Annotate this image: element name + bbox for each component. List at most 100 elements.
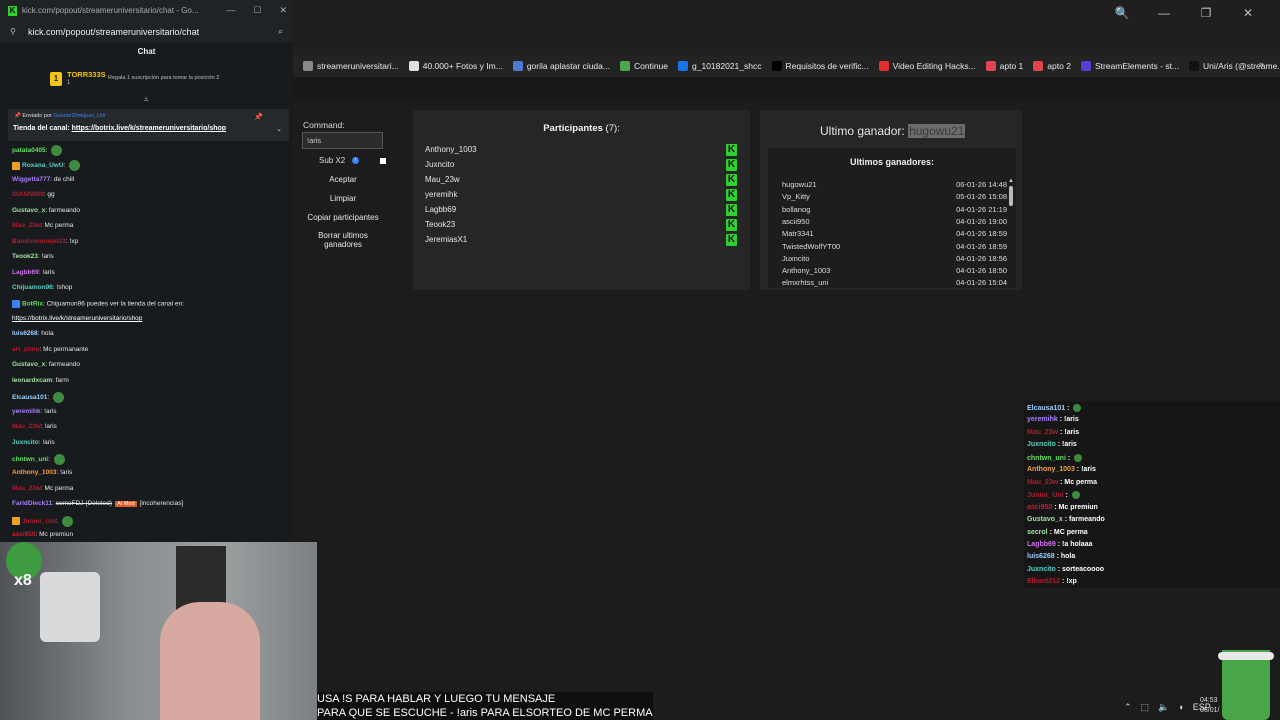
chat-username[interactable]: FaridDieck11 [12,500,52,507]
volume-icon[interactable]: ◖ [1178,702,1183,712]
winner-row: Anthony_1003 04-01-26 18:50 [782,266,1007,278]
participant-name: Mau_23w [425,175,460,184]
bookmark-item[interactable]: apto 1 [985,61,1024,71]
chat-username[interactable]: Mau_23w [12,423,41,430]
minimize-icon[interactable]: — [226,5,235,16]
network-icon[interactable]: ⬚ [1141,702,1150,713]
bookmark-item[interactable]: Video Editing Hacks... [878,61,976,71]
chat-username[interactable]: Mau_23w [12,222,41,229]
bookmark-item[interactable]: apto 2 [1033,61,1071,71]
pinned-text: Tienda del canal: https://botrix.live/k/… [13,125,226,132]
participant-name: JeremiasX1 [425,235,468,244]
site-info-icon[interactable]: ⚲ [10,27,16,36]
chat-username[interactable]: chntwn_uni [12,456,48,463]
bookmark-label: apto 1 [999,61,1024,71]
copy-participants-button[interactable]: Copiar participantes [303,210,383,226]
pinned-message[interactable]: 📌 Enviado por Gunnar20miguel_Uni Tienda … [8,109,289,141]
chat-username[interactable]: Gustavo_x [12,207,45,214]
chat-username[interactable]: Mau_23w [12,485,41,492]
chat-username[interactable]: art_pimo [12,346,39,353]
participant-row[interactable]: Lagbb69 K [425,203,742,217]
participant-row[interactable]: yeremihk K [425,188,742,202]
tray-chevron-icon[interactable]: ⌃ [1124,702,1132,713]
participant-row[interactable]: Mau_23w K [425,173,742,187]
chat-username[interactable]: patata0405 [12,147,46,154]
scroll-up-icon[interactable]: ▲ [1008,178,1014,184]
participant-row[interactable]: Teook23 K [425,218,742,232]
chat-username[interactable]: Lagbb69 [12,269,39,276]
chat-text: !aris [44,423,57,431]
unpin-icon[interactable]: 📌 [254,113,263,121]
chat-message: Roxana_UwU: [12,160,81,172]
chat-username[interactable]: Wiggetta777 [12,176,50,183]
chat-separator: : [55,518,60,526]
bookmarks-more-icon[interactable]: » [1259,59,1264,69]
bookmark-item[interactable]: 40.000+ Fotos y Im... [408,61,503,71]
chat-username[interactable]: GIANN809 [12,191,44,198]
participant-row[interactable]: JeremiasX1 K [425,233,742,247]
scroll-thumb[interactable] [1009,186,1013,206]
chat-username[interactable]: Gustavo_x [12,361,45,368]
clear-winners-label-2: ganadores [324,240,362,249]
chevron-down-icon[interactable]: ⌄ [276,125,282,133]
bookmark-label: Uni/Aris (@streame... [1203,61,1280,71]
bookmark-item[interactable]: StreamElements - st... [1080,61,1179,71]
clear-button[interactable]: Limpiar [303,191,383,207]
chat-text: https://botrix.live/k/streameruniversita… [12,314,143,322]
chat-username[interactable]: asci950 [12,531,36,538]
overlay-chat-line: Elcausa101 : [1027,404,1082,412]
chat-username[interactable]: BotRix [22,300,43,307]
taskbar-clock[interactable]: 04:53 06/01/ [1200,696,1219,716]
chat-extra: [incoherencias] [139,500,184,508]
window-control-icon[interactable]: — [1154,6,1174,20]
participant-row[interactable]: Anthony_1003 K [425,143,742,157]
chat-link-line[interactable]: https://botrix.live/k/streameruniversita… [12,315,142,322]
command-input[interactable]: !aris [302,132,383,149]
chat-username[interactable]: Juxncito [12,439,39,446]
overlay-chat-user: luis6268 [1027,553,1055,561]
chat-username[interactable]: leonardxcam [12,377,52,384]
chat-username[interactable]: yeremihk [12,408,41,415]
winners-list: Ultimos ganadores: ▲ hugowu21 06-01-26 14… [768,148,1016,288]
overlay-chat-user: Mau_23w [1027,428,1059,436]
zoom-icon[interactable]: ⌕ [278,26,283,37]
chat-message: chntwn_uni: [12,454,65,465]
chat-username[interactable]: Anthony_1003 [12,469,56,476]
overlay-chat-line: Junior_Uni : [1027,491,1080,500]
chat-username[interactable]: Elcausa101 [12,394,47,401]
accept-button[interactable]: Aceptar [303,172,383,188]
emote-icon [51,145,63,156]
chat-username[interactable]: Junior_Uni [22,518,56,525]
participant-row[interactable]: Juxncito K [425,158,742,172]
close-icon[interactable]: ✕ [279,5,287,16]
speaker-icon[interactable]: 🔈 [1158,702,1169,713]
pinned-link[interactable]: https://botrix.live/k/streameruniversita… [72,125,226,132]
chat-username[interactable]: Chijuamon96 [12,284,53,291]
caption-line-2: PARA QUE SE ESCUCHE - !aris PARA ELSORTE… [317,707,653,719]
chat-username[interactable]: Roxana_UwU [22,163,64,170]
chat-username[interactable]: Teook23 [12,253,38,260]
bookmark-label: g_10182021_shcc [692,61,762,71]
window-control-icon[interactable]: ✕ [1238,6,1258,20]
chat-username[interactable]: Bandoneonejel23 [12,238,66,245]
maximize-icon[interactable]: ☐ [253,5,261,16]
bookmark-item[interactable]: Continue [619,61,668,71]
bookmark-item[interactable]: Uni/Aris (@streame... [1189,61,1280,71]
user-badge-icon [12,161,20,170]
collapse-icon[interactable]: ⩡ [144,95,149,105]
bookmark-item[interactable]: Requisitos de verific... [771,61,869,71]
popout-titlebar: K kick.com/popout/streameruniversitario/… [0,0,293,22]
chat-message: patata0405: [12,145,63,156]
winners-scrollbar[interactable]: ▲ [1008,178,1014,286]
bookmark-item[interactable]: g_10182021_shcc [678,61,762,71]
chat-username[interactable]: luis6268 [12,330,38,337]
sub-x2-checkbox[interactable] [380,158,386,164]
bookmark-item[interactable]: streameruniversitari... [303,61,399,71]
bookmark-item[interactable]: gorila aplastar ciuda... [512,61,610,71]
window-control-icon[interactable]: ❐ [1196,6,1216,20]
window-control-icon[interactable]: 🔍 [1112,6,1132,20]
sub-gift-banner[interactable]: 1 TORR333S 1 Regala 1 suscripción para t… [50,70,250,90]
clear-winners-button[interactable]: Borrar ultimos ganadores [303,229,383,251]
popout-url[interactable]: kick.com/popout/streameruniversitario/ch… [28,27,199,37]
info-icon[interactable]: i [352,157,359,164]
